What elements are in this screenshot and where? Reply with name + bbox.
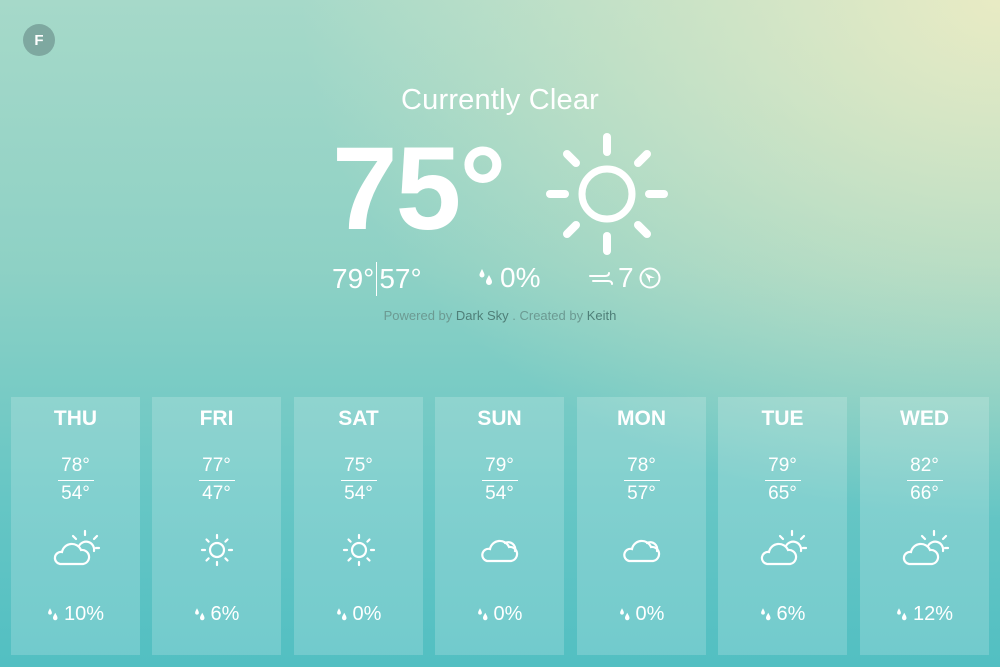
dark-sky-link[interactable]: Dark Sky [456, 308, 509, 323]
forecast-divider [341, 480, 377, 481]
forecast-low: 66° [910, 483, 939, 504]
forecast-divider [907, 480, 943, 481]
raindrops-icon [194, 607, 205, 620]
forecast-divider [58, 480, 94, 481]
current-wind: 7 [588, 262, 662, 294]
partly-cloudy-icon [53, 529, 101, 566]
forecast-precip-value: 12% [912, 603, 954, 625]
forecast-precip-value: 6% [776, 603, 806, 625]
high-low-divider [376, 262, 378, 296]
current-wind-value: 7 [618, 262, 634, 293]
forecast-day: THU [53, 407, 98, 430]
raindrops-icon [760, 607, 771, 620]
forecast-low: 47° [202, 483, 231, 504]
forecast-high: 78° [61, 455, 90, 476]
cloud-icon [623, 539, 661, 563]
forecast-card-thu: THU 78° 54° 10% [11, 397, 140, 655]
forecast-high: 75° [344, 455, 373, 476]
current-precip: 0% [478, 262, 540, 294]
forecast-low: 54° [61, 483, 90, 504]
forecast-precip-value: 0% [352, 603, 382, 625]
forecast-precip: 6% [152, 603, 281, 626]
current-summary: Currently Clear [401, 84, 599, 116]
current-high: 79° [332, 263, 375, 294]
forecast-card-mon: MON 78° 57° 0% [577, 397, 706, 655]
wind-icon [589, 272, 613, 285]
forecast-card-sat: SAT 75° 54° 0% [294, 397, 423, 655]
forecast-day: SUN [477, 407, 522, 430]
partly-cloudy-icon [760, 529, 808, 566]
credits-middle: . Created by [512, 308, 584, 323]
forecast-high: 79° [768, 455, 797, 476]
forecast-divider [199, 480, 235, 481]
sun-icon [342, 533, 376, 567]
forecast-low: 57° [627, 483, 656, 504]
forecast-card-sun: SUN 79° 54° 0% [435, 397, 564, 655]
forecast-precip-value: 0% [493, 603, 523, 625]
forecast-high: 79° [485, 455, 514, 476]
forecast-day: TUE [761, 407, 804, 430]
forecast-precip-value: 10% [63, 603, 105, 625]
sun-icon [200, 533, 234, 567]
raindrops-icon [477, 607, 488, 620]
forecast-precip: 0% [577, 603, 706, 626]
raindrops-icon [48, 607, 58, 620]
current-temperature: 75° [332, 123, 506, 255]
forecast-precip: 12% [860, 603, 989, 626]
forecast-day: SAT [338, 407, 379, 430]
forecast-divider [624, 480, 660, 481]
forecast-card-fri: FRI 77° 47° 6% [152, 397, 281, 655]
unit-toggle-button[interactable]: F [23, 24, 55, 56]
forecast-precip: 0% [294, 603, 423, 626]
cloud-icon [481, 539, 519, 563]
forecast-card-tue: TUE 79° 65° 6% [718, 397, 847, 655]
credits: Powered by Dark Sky . Created by Keith [0, 308, 1000, 323]
forecast-day: FRI [199, 407, 234, 430]
sun-icon [546, 133, 668, 255]
forecast-low: 54° [344, 483, 373, 504]
forecast-day: WED [900, 407, 949, 430]
wind-direction-icon [639, 267, 661, 289]
raindrops-icon [619, 607, 630, 620]
forecast-high: 78° [627, 455, 656, 476]
forecast-day: MON [617, 407, 666, 430]
forecast-low: 54° [485, 483, 514, 504]
forecast-high: 82° [910, 455, 939, 476]
forecast-low: 65° [768, 483, 797, 504]
current-precip-value: 0% [500, 262, 541, 293]
forecast-high: 77° [202, 455, 231, 476]
forecast-precip: 0% [435, 603, 564, 626]
forecast-precip-value: 0% [635, 603, 665, 625]
forecast-card-wed: WED 82° 66° 12% [860, 397, 989, 655]
current-high-low: 79° 57° [332, 262, 422, 296]
partly-cloudy-icon [902, 529, 950, 566]
forecast-divider [482, 480, 518, 481]
unit-toggle-label: F [34, 31, 44, 49]
forecast-precip-value: 6% [210, 603, 240, 625]
raindrops-icon [897, 607, 907, 620]
forecast-precip: 10% [11, 603, 140, 626]
raindrops-icon [336, 607, 347, 620]
forecast-precip: 6% [718, 603, 847, 626]
credits-prefix: Powered by [383, 308, 453, 323]
current-low: 57° [379, 263, 422, 294]
forecast-divider [765, 480, 801, 481]
author-link[interactable]: Keith [587, 308, 617, 323]
raindrops-icon [479, 269, 492, 285]
